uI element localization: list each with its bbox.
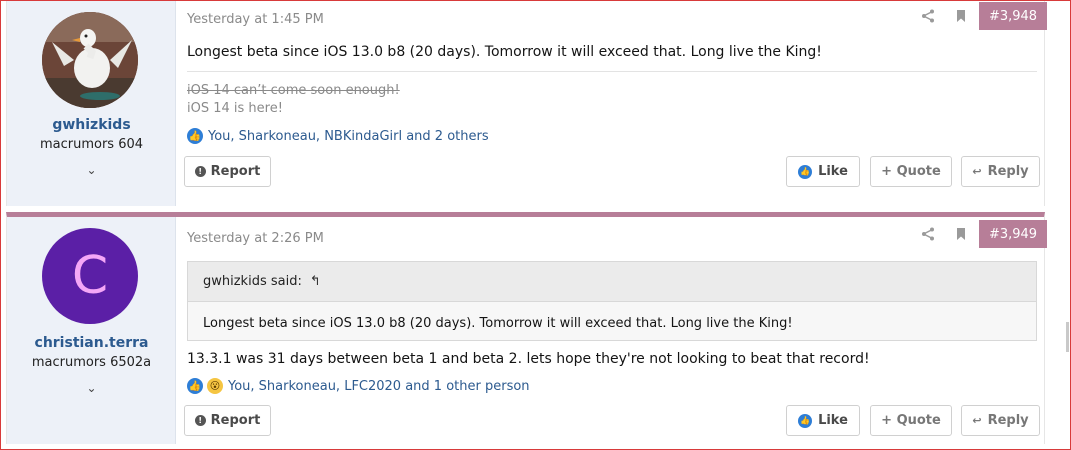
username[interactable]: gwhizkids	[7, 117, 176, 133]
bookmark-icon[interactable]	[953, 226, 969, 242]
share-icon[interactable]	[920, 8, 936, 24]
duck-avatar-image	[42, 12, 138, 108]
scrollbar-thumb[interactable]	[1066, 322, 1069, 352]
reply-arrow-icon: ↩	[972, 414, 982, 427]
scrollbar[interactable]	[1061, 0, 1071, 450]
share-icon[interactable]	[920, 226, 936, 242]
post-3949: C christian.terra macrumors 6502a ⌄ Yest…	[6, 212, 1047, 444]
like-label: Like	[818, 413, 848, 428]
reply-arrow-icon: ↩	[972, 165, 982, 178]
avatar-letter: C	[71, 246, 109, 306]
signature-divider	[187, 71, 1037, 72]
thumbs-up-icon: 👍	[798, 164, 813, 179]
reply-label: Reply	[987, 164, 1029, 179]
user-title: macrumors 6502a	[31, 355, 152, 370]
quote-button[interactable]: + Quote	[870, 405, 952, 436]
quote-button[interactable]: + Quote	[870, 156, 952, 187]
quote-author[interactable]: gwhizkids said:	[203, 274, 302, 289]
like-button[interactable]: 👍 Like	[786, 405, 860, 436]
reactions-bar[interactable]: 👍 You, Sharkoneau, NBKindaGirl and 2 oth…	[187, 128, 489, 144]
avatar[interactable]	[42, 12, 138, 108]
user-column: gwhizkids macrumors 604 ⌄	[7, 1, 176, 206]
quote-label: + Quote	[881, 164, 941, 179]
like-button[interactable]: 👍 Like	[786, 156, 860, 187]
user-title: macrumors 604	[39, 137, 144, 152]
thumbs-up-icon: 👍	[187, 378, 203, 394]
bookmark-icon[interactable]	[953, 8, 969, 24]
report-icon: !	[194, 166, 206, 177]
user-column: C christian.terra macrumors 6502a ⌄	[7, 217, 176, 444]
quote-back-arrow-icon[interactable]: ↰	[310, 274, 321, 289]
reply-label: Reply	[987, 413, 1029, 428]
post-timestamp[interactable]: Yesterday at 1:45 PM	[187, 12, 324, 27]
report-label: Report	[210, 413, 261, 428]
report-icon: !	[194, 415, 206, 426]
username[interactable]: christian.terra	[7, 335, 176, 351]
report-label: Report	[210, 164, 261, 179]
post-message: 13.3.1 was 31 days between beta 1 and be…	[187, 351, 870, 367]
quote-label: + Quote	[881, 413, 941, 428]
avatar[interactable]: C	[42, 228, 138, 324]
post-message: Longest beta since iOS 13.0 b8 (20 days)…	[187, 44, 822, 60]
report-button[interactable]: ! Report	[184, 156, 271, 187]
quote-text: Longest beta since iOS 13.0 b8 (20 days)…	[203, 316, 793, 331]
reply-button[interactable]: ↩ Reply	[961, 405, 1040, 436]
thumbs-up-icon: 👍	[187, 128, 203, 144]
signature-struck-text: iOS 14 can’t come soon enough!	[187, 83, 400, 98]
post-number-badge[interactable]: #3,949	[979, 220, 1047, 248]
reactions-list[interactable]: You, Sharkoneau, LFC2020 and 1 other per…	[228, 379, 530, 394]
report-button[interactable]: ! Report	[184, 405, 271, 436]
post-timestamp[interactable]: Yesterday at 2:26 PM	[187, 231, 324, 246]
signature-text: iOS 14 is here!	[187, 101, 283, 116]
chevron-down-icon[interactable]: ⌄	[7, 381, 176, 395]
wow-face-icon: 😮	[207, 378, 223, 394]
quote-block: gwhizkids said: ↰ Longest beta since iOS…	[187, 261, 1037, 341]
like-label: Like	[818, 164, 848, 179]
chevron-down-icon[interactable]: ⌄	[7, 163, 176, 177]
thumbs-up-icon: 👍	[798, 413, 813, 428]
post-3948: gwhizkids macrumors 604 ⌄ Yesterday at 1…	[6, 1, 1047, 206]
post-number-badge[interactable]: #3,948	[979, 2, 1047, 30]
reply-button[interactable]: ↩ Reply	[961, 156, 1040, 187]
quote-header[interactable]: gwhizkids said: ↰	[188, 262, 1036, 302]
reactions-bar[interactable]: 👍 😮 You, Sharkoneau, LFC2020 and 1 other…	[187, 378, 530, 394]
reactions-list[interactable]: You, Sharkoneau, NBKindaGirl and 2 other…	[208, 129, 489, 144]
